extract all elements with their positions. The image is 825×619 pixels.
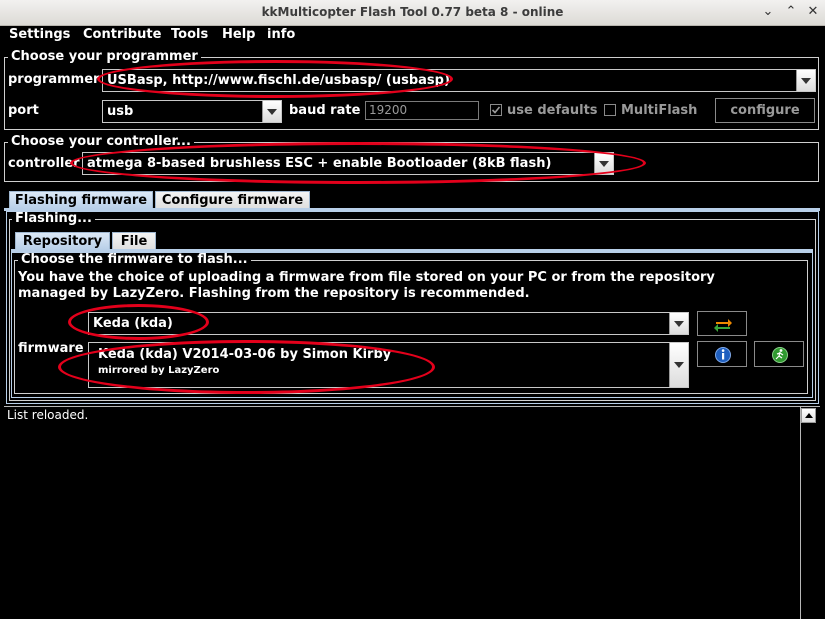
- run-icon: [772, 347, 788, 363]
- firmware-detail-box[interactable]: Keda (kda) V2014-03-06 by Simon Kirby mi…: [88, 342, 689, 388]
- tab-flashing-firmware[interactable]: Flashing firmware: [9, 191, 153, 209]
- log-scrollbar[interactable]: [800, 407, 817, 619]
- info-icon: [715, 347, 731, 363]
- info-button[interactable]: [697, 341, 747, 367]
- description-line-1: You have the choice of uploading a firmw…: [18, 270, 715, 285]
- programmer-select-value: USBasp, http://www.fischl.de/usbasp/ (us…: [107, 73, 450, 88]
- menu-contribute[interactable]: Contribute: [83, 26, 161, 45]
- programmer-label: programmer: [8, 72, 100, 87]
- baud-rate-value: 19200: [369, 103, 408, 117]
- baud-rate-label: baud rate: [289, 103, 361, 118]
- programmer-group-title: Choose your programmer: [8, 50, 201, 64]
- controller-select-value: atmega 8-based brushless ESC + enable Bo…: [87, 156, 552, 171]
- refresh-icon: [714, 319, 732, 332]
- description-line-2: managed by LazyZero. Flashing from the r…: [18, 286, 530, 301]
- menu-info[interactable]: info: [267, 26, 295, 45]
- use-defaults-checkbox[interactable]: [490, 104, 502, 116]
- chevron-down-icon[interactable]: [262, 101, 281, 122]
- scroll-up-icon[interactable]: [801, 408, 816, 423]
- multiflash-label[interactable]: MultiFlash: [621, 103, 697, 119]
- firmware-detail-title: Keda (kda) V2014-03-06 by Simon Kirby: [98, 347, 392, 362]
- firmware-label: firmware: [18, 341, 84, 356]
- menu-bar: Settings Contribute Tools Help info: [0, 26, 825, 45]
- log-area[interactable]: List reloaded.: [4, 407, 800, 619]
- menu-settings[interactable]: Settings: [9, 26, 70, 45]
- flash-button[interactable]: [754, 341, 804, 367]
- chevron-down-icon[interactable]: [669, 313, 688, 334]
- menu-tools[interactable]: Tools: [171, 26, 208, 45]
- chevron-down-icon: [674, 362, 684, 368]
- chevron-down-icon[interactable]: [594, 153, 613, 174]
- tab-configure-firmware[interactable]: Configure firmware: [155, 191, 310, 209]
- port-select-value: usb: [107, 104, 134, 119]
- window-title: kkMulticopter Flash Tool 0.77 beta 8 - o…: [261, 5, 564, 19]
- reload-button[interactable]: [697, 311, 747, 336]
- flashing-group-title: Flashing...: [12, 212, 95, 226]
- configure-button[interactable]: configure: [715, 98, 815, 123]
- programmer-select[interactable]: USBasp, http://www.fischl.de/usbasp/ (us…: [102, 69, 816, 92]
- controller-select[interactable]: atmega 8-based brushless ESC + enable Bo…: [82, 152, 614, 175]
- firmware-detail-scroll[interactable]: [669, 343, 688, 387]
- multiflash-checkbox[interactable]: [604, 104, 616, 116]
- checkmark-icon: [491, 106, 501, 114]
- minimize-icon[interactable]: ⌄: [760, 4, 776, 20]
- chevron-down-icon[interactable]: [796, 70, 815, 91]
- use-defaults-label[interactable]: use defaults: [507, 103, 598, 119]
- firmware-select-value: Keda (kda): [93, 316, 173, 331]
- port-label: port: [8, 103, 39, 118]
- controller-group-title: Choose your controller...: [8, 135, 194, 149]
- menu-help[interactable]: Help: [222, 26, 255, 45]
- controller-label: controller: [8, 156, 80, 171]
- close-icon[interactable]: ✕: [805, 4, 821, 20]
- title-bar: kkMulticopter Flash Tool 0.77 beta 8 - o…: [0, 0, 825, 26]
- firmware-detail-mirror: mirrored by LazyZero: [98, 365, 220, 376]
- maximize-icon[interactable]: ⌃: [783, 4, 799, 20]
- choose-firmware-title: Choose the firmware to flash...: [18, 253, 251, 267]
- log-text: List reloaded.: [7, 408, 89, 422]
- tab-file[interactable]: File: [112, 232, 156, 250]
- firmware-select[interactable]: Keda (kda): [88, 312, 689, 335]
- port-select[interactable]: usb: [102, 100, 282, 123]
- baud-rate-field[interactable]: 19200: [365, 101, 479, 120]
- tab-repository[interactable]: Repository: [15, 232, 110, 250]
